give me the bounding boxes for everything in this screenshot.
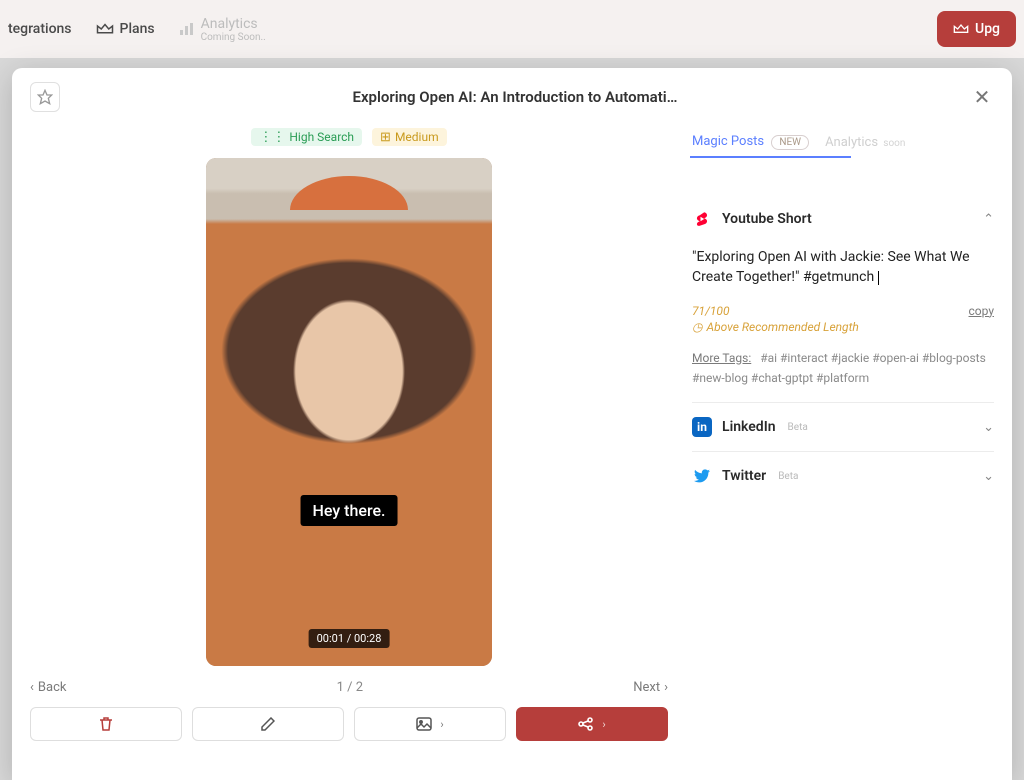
youtube-shorts-icon [692, 209, 712, 229]
tab-analytics: Analytics soon [825, 135, 905, 156]
linkedin-icon: in [692, 417, 712, 437]
pager: ‹ Back 1 / 2 Next › [30, 680, 668, 695]
favorite-toggle[interactable] [30, 82, 60, 112]
upgrade-button[interactable]: Upg [937, 11, 1016, 47]
pencil-icon [261, 717, 275, 731]
close-icon: ✕ [974, 85, 991, 109]
chevron-right-icon: › [602, 718, 605, 731]
accordion-youtube: Youtube Short ⌃ "Exploring Open AI with … [692, 195, 994, 402]
accordion-header-twitter[interactable]: Twitter Beta ⌄ [692, 466, 994, 486]
char-count: 71/100 [692, 304, 730, 318]
chevron-right-icon: › [440, 718, 443, 731]
accordion-title: Twitter [722, 468, 766, 484]
export-button[interactable]: › [354, 707, 506, 741]
back-button[interactable]: ‹ Back [30, 680, 66, 695]
share-icon [578, 717, 594, 731]
text-cursor [878, 271, 879, 285]
top-nav-left: tegrations Plans Analytics Coming Soon.. [8, 16, 266, 43]
video-preview[interactable]: Hey there. 00:01 / 00:28 [206, 158, 492, 666]
medium-badge: ⊞Medium [372, 128, 447, 146]
video-timecode: 00:01 / 00:28 [309, 629, 390, 648]
accordion-header-youtube[interactable]: Youtube Short ⌃ [692, 209, 994, 229]
chart-icon [179, 22, 195, 36]
nav-plans[interactable]: Plans [96, 21, 155, 37]
accordion-header-linkedin[interactable]: in LinkedIn Beta ⌄ [692, 417, 994, 437]
more-tags: More Tags: #ai #interact #jackie #open-a… [692, 348, 994, 389]
nav-integrations[interactable]: tegrations [8, 21, 72, 37]
tab-magic-posts[interactable]: Magic Posts NEW [692, 134, 809, 156]
share-button[interactable]: › [516, 707, 668, 741]
clip-editor-modal: Exploring Open AI: An Introduction to Au… [12, 68, 1012, 780]
chevron-down-icon: ⌄ [983, 420, 994, 435]
post-text[interactable]: "Exploring Open AI with Jackie: See What… [692, 247, 994, 288]
headband-shape [290, 176, 408, 210]
platform-accordion: Youtube Short ⌃ "Exploring Open AI with … [692, 195, 994, 500]
modal-body: ⋮⋮High Search ⊞Medium Hey there. 00:01 /… [12, 126, 1012, 780]
star-icon [37, 89, 53, 105]
crown-icon [953, 23, 969, 35]
copy-button[interactable]: copy [969, 304, 994, 318]
accordion-title: Youtube Short [722, 211, 812, 227]
accordion-title: LinkedIn [722, 419, 776, 435]
high-search-badge: ⋮⋮High Search [251, 128, 362, 146]
accordion-linkedin: in LinkedIn Beta ⌄ [692, 402, 994, 451]
edit-button[interactable] [192, 707, 344, 741]
action-bar: › › [30, 707, 668, 741]
upgrade-label: Upg [975, 21, 1000, 37]
length-warning: ◷ Above Recommended Length [692, 320, 994, 334]
crown-icon [96, 22, 114, 36]
video-caption: Hey there. [301, 495, 398, 526]
close-button[interactable]: ✕ [970, 85, 994, 109]
nav-analytics-label: Analytics Coming Soon.. [201, 16, 266, 43]
image-icon [416, 717, 432, 731]
chevron-up-icon: ⌃ [983, 212, 994, 227]
post-panel: Magic Posts NEW Analytics soon Youtube S… [692, 126, 994, 772]
next-button[interactable]: Next › [633, 680, 668, 695]
chevron-left-icon: ‹ [30, 680, 34, 695]
nav-analytics: Analytics Coming Soon.. [179, 16, 266, 43]
badges-row: ⋮⋮High Search ⊞Medium [251, 128, 446, 146]
chevron-right-icon: › [664, 680, 668, 695]
clock-icon: ◷ [692, 320, 702, 334]
trash-icon [99, 716, 113, 732]
beta-tag: Beta [788, 422, 808, 433]
new-pill: NEW [771, 135, 809, 150]
beta-tag: Beta [778, 471, 798, 482]
post-meta-row: 71/100 copy [692, 304, 994, 318]
chevron-down-icon: ⌄ [983, 469, 994, 484]
top-nav: tegrations Plans Analytics Coming Soon..… [0, 0, 1024, 58]
page-indicator: 1 / 2 [337, 680, 363, 695]
accordion-twitter: Twitter Beta ⌄ [692, 451, 994, 500]
nav-plans-label: Plans [120, 21, 155, 37]
modal-title: Exploring Open AI: An Introduction to Au… [60, 88, 970, 106]
more-tags-label: More Tags: [692, 351, 751, 365]
twitter-icon [692, 466, 712, 486]
video-thumbnail [206, 158, 492, 666]
accordion-body-youtube: "Exploring Open AI with Jackie: See What… [692, 247, 994, 388]
video-column: ⋮⋮High Search ⊞Medium Hey there. 00:01 /… [30, 126, 668, 772]
modal-header: Exploring Open AI: An Introduction to Au… [12, 68, 1012, 126]
post-tabs: Magic Posts NEW Analytics soon [692, 134, 994, 163]
delete-button[interactable] [30, 707, 182, 741]
